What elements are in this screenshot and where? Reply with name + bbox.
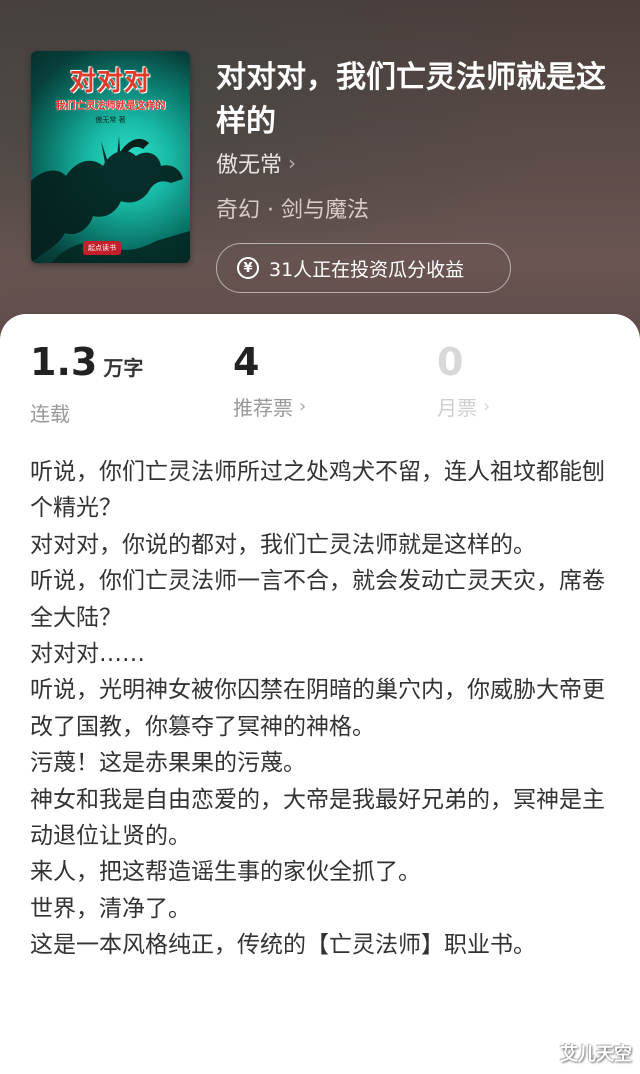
synopsis-line: 来人，把这帮造谣生事的家伙全抓了。 xyxy=(30,859,421,886)
book-header: 对对对 我们亡灵法师就是这样的 傲无常 著 起点读书 对对对，我们亡灵法师就是这… xyxy=(0,0,640,345)
chevron-right-icon: › xyxy=(299,396,307,417)
stat-word-count: 1.3 万字 连载 xyxy=(30,340,143,427)
synopsis-line: 听说，你们亡灵法师所过之处鸡犬不留，连人祖坟都能刨个精光？ xyxy=(30,459,605,522)
stat-label: 月票 xyxy=(437,396,477,420)
chevron-right-icon: › xyxy=(288,151,297,175)
book-genre: 奇幻 · 剑与魔法 xyxy=(216,198,369,223)
synopsis-line: 听说，你们亡灵法师一言不合，就会发动亡灵天灾，席卷全大陆？ xyxy=(30,568,605,631)
synopsis-line: 神女和我是自由恋爱的，大帝是我最好兄弟的，冥神是主动退位让贤的。 xyxy=(30,786,605,850)
synopsis-line: 污蔑！这是赤果果的污蔑。 xyxy=(30,750,306,777)
stat-label: 推荐票 xyxy=(233,396,293,420)
invest-label: 31人正在投资瓜分收益 xyxy=(269,258,465,281)
synopsis-line: 听说，光明神女被你囚禁在阴暗的巢穴内，你威胁大帝更改了国教，你篡夺了冥神的神格。 xyxy=(30,677,605,740)
book-detail-page: 对对对 我们亡灵法师就是这样的 傲无常 著 起点读书 对对对，我们亡灵法师就是这… xyxy=(0,0,640,1074)
stat-unit: 万字 xyxy=(103,356,144,380)
book-title: 对对对，我们亡灵法师就是这样的 xyxy=(216,60,606,139)
cover-title: 对对对 xyxy=(69,67,151,97)
book-synopsis[interactable]: 听说，你们亡灵法师所过之处鸡犬不留，连人祖坟都能刨个精光？ 对对对，你说的都对，… xyxy=(30,454,610,964)
synopsis-line: 这是一本风格纯正，传统的【亡灵法师】职业书。 xyxy=(30,932,536,959)
invest-button[interactable]: ¥ 31人正在投资瓜分收益 xyxy=(216,243,511,293)
stat-value: 4 xyxy=(233,340,260,384)
publisher-badge: 起点读书 xyxy=(83,241,121,255)
author-name: 傲无常 xyxy=(216,153,283,178)
synopsis-line: 对对对，你说的都对，我们亡灵法师就是这样的。 xyxy=(30,531,536,558)
stat-value: 1.3 xyxy=(30,340,98,384)
book-cover[interactable]: 对对对 我们亡灵法师就是这样的 傲无常 著 起点读书 xyxy=(31,51,190,263)
stat-recommend-tickets[interactable]: 4 推荐票 › xyxy=(233,340,306,421)
stat-label: 连载 xyxy=(30,402,70,426)
synopsis-line: 对对对…… xyxy=(30,641,145,668)
synopsis-line: 世界，清净了。 xyxy=(30,895,191,922)
stat-monthly-tickets[interactable]: 0 月票 › xyxy=(437,340,490,421)
yen-icon: ¥ xyxy=(237,257,259,279)
watermark: 艾儿天空 xyxy=(560,1044,632,1065)
cover-subtitle: 我们亡灵法师就是这样的 xyxy=(55,101,166,112)
chevron-right-icon: › xyxy=(483,396,491,417)
stat-value: 0 xyxy=(437,340,464,384)
author-link[interactable]: 傲无常 › xyxy=(216,148,296,178)
